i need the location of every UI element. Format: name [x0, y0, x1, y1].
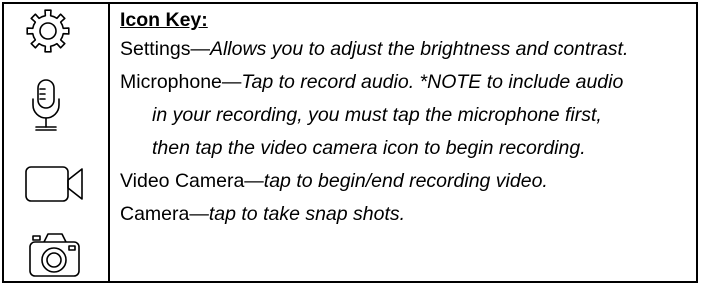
camera-icon	[29, 233, 80, 277]
video-camera-name: Video Camera	[120, 170, 245, 192]
camera-entry: Camera—tap to take snap shots.	[120, 202, 405, 226]
separator: —	[221, 71, 242, 93]
microphone-description-line1: Tap to record audio. *NOTE to include au…	[241, 71, 624, 93]
camera-description: tap to take snap shots.	[208, 203, 406, 225]
separator: —	[189, 203, 209, 225]
video-camera-description: tap to begin/end recording video.	[263, 170, 548, 192]
microphone-description-line3: then tap the video camera icon to begin …	[152, 137, 586, 159]
settings-name: Settings	[120, 38, 191, 60]
microphone-description-line2: in your recording, you must tap the micr…	[152, 104, 602, 126]
separator: —	[190, 38, 210, 60]
icon-column	[4, 4, 110, 281]
icon-key-table: Icon Key: Settings—Allows you to adjust …	[2, 2, 698, 283]
separator: —	[244, 170, 264, 192]
icon-key-heading: Icon Key:	[120, 9, 208, 31]
video-camera-entry: Video Camera—tap to begin/end recording …	[120, 169, 548, 193]
gear-icon	[26, 9, 70, 53]
video-camera-icon	[25, 166, 83, 202]
microphone-entry: Microphone—Tap to record audio. *NOTE to…	[120, 70, 623, 94]
microphone-icon	[32, 79, 60, 131]
camera-name: Camera	[120, 203, 190, 225]
settings-description: Allows you to adjust the brightness and …	[209, 38, 629, 60]
microphone-name: Microphone	[120, 71, 222, 93]
icon-key-text: Icon Key: Settings—Allows you to adjust …	[120, 4, 692, 281]
settings-entry: Settings—Allows you to adjust the bright…	[120, 37, 628, 61]
